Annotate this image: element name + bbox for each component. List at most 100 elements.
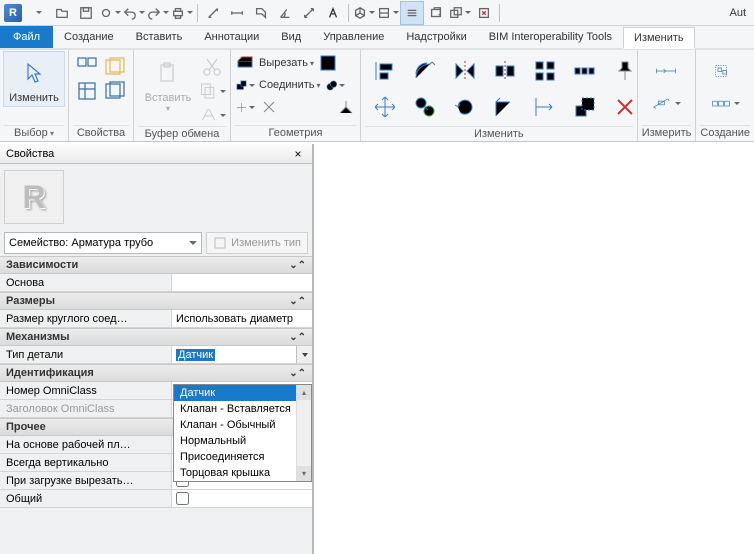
- trim-extend-single-icon[interactable]: [527, 90, 563, 124]
- type-selector[interactable]: Семейство: Арматура трубо: [4, 232, 202, 254]
- scale-icon[interactable]: [567, 90, 603, 124]
- tab-modify[interactable]: Изменить: [623, 27, 695, 49]
- measure-icon[interactable]: [202, 2, 224, 24]
- cut-geometry-button[interactable]: Вырезать: [259, 57, 314, 69]
- mirror-axis-icon[interactable]: [447, 54, 483, 88]
- group-dimensions[interactable]: Размеры⌄⌃: [0, 292, 312, 310]
- group-mechanical[interactable]: Механизмы⌄⌃: [0, 328, 312, 346]
- cope-cut-row: Вырезать: [235, 52, 356, 74]
- switch-windows-icon[interactable]: [449, 2, 471, 24]
- checkbox[interactable]: [176, 492, 189, 505]
- dropdown-option[interactable]: Присоединяется: [174, 449, 311, 465]
- cut-clipboard-icon[interactable]: [198, 56, 226, 78]
- properties-title-bar: Свойства ×: [0, 144, 312, 164]
- type-preview-row: R: [0, 164, 312, 230]
- panel-clipboard-label: Буфер обмена: [138, 126, 226, 141]
- cut-tool-icon[interactable]: [235, 75, 255, 95]
- prop-label: При загрузке вырезать…: [0, 472, 172, 489]
- qat-customize[interactable]: [27, 2, 49, 24]
- paste-label: Вставить: [145, 92, 192, 104]
- thin-lines-icon[interactable]: [401, 2, 423, 24]
- panel-geometry: Вырезать Соединить Геометрия: [231, 50, 361, 141]
- close-inactive-icon[interactable]: [473, 2, 495, 24]
- text-icon[interactable]: [322, 2, 344, 24]
- uncut-icon[interactable]: [318, 53, 338, 73]
- mirror-draw-icon[interactable]: [487, 54, 523, 88]
- properties-icon[interactable]: [73, 56, 101, 78]
- edit-type-button[interactable]: Изменить тип: [206, 232, 308, 254]
- trim-extend-corner-icon[interactable]: [487, 90, 523, 124]
- type-properties-icon[interactable]: [73, 80, 101, 102]
- prop-value-text: Датчик: [176, 349, 215, 361]
- prop-value[interactable]: Использовать диаметр: [172, 310, 312, 327]
- move-icon[interactable]: [367, 90, 403, 124]
- dropdown-option[interactable]: Датчик: [174, 385, 311, 401]
- view3d-icon[interactable]: [353, 2, 375, 24]
- chevron-down-icon[interactable]: [296, 346, 312, 363]
- angle-icon[interactable]: [274, 2, 296, 24]
- section-icon[interactable]: [298, 2, 320, 24]
- undo-icon[interactable]: [123, 2, 145, 24]
- group-dependencies[interactable]: Зависимости⌄⌃: [0, 256, 312, 274]
- tab-file[interactable]: Файл: [0, 26, 53, 48]
- open-icon[interactable]: [51, 2, 73, 24]
- split-icon[interactable]: [527, 54, 563, 88]
- copy-clipboard-icon[interactable]: [198, 80, 226, 102]
- app-logo[interactable]: R: [4, 4, 22, 22]
- dropdown-option[interactable]: Клапан - Обычный: [174, 417, 311, 433]
- prop-value[interactable]: [172, 274, 312, 291]
- sync-icon[interactable]: [99, 2, 121, 24]
- copy-icon[interactable]: [407, 90, 443, 124]
- tab-bim-interop[interactable]: BIM Interoperability Tools: [478, 26, 623, 48]
- drawing-canvas[interactable]: [314, 144, 754, 554]
- cope-icon[interactable]: [235, 53, 255, 73]
- close-icon[interactable]: ×: [290, 146, 306, 162]
- create-similar-icon[interactable]: [702, 88, 746, 118]
- modify-tool-button[interactable]: Изменить: [4, 52, 64, 106]
- close-hidden-icon[interactable]: [425, 2, 447, 24]
- aligned-dimension-icon[interactable]: [644, 56, 688, 86]
- prop-row-shared: Общий: [0, 490, 312, 508]
- prop-label: На основе рабочей пл…: [0, 436, 172, 453]
- dropdown-scrollbar[interactable]: ▴▾: [296, 385, 311, 481]
- tag-icon[interactable]: [250, 2, 272, 24]
- family-types-icon[interactable]: [101, 56, 129, 78]
- tab-insert[interactable]: Вставить: [125, 26, 194, 48]
- split-face-icon[interactable]: [325, 75, 345, 95]
- create-group-icon[interactable]: [702, 56, 746, 86]
- beam-joins-icon[interactable]: [259, 97, 279, 117]
- join-geometry-button[interactable]: Соединить: [259, 79, 321, 91]
- paste-button[interactable]: Вставить ▾: [138, 52, 198, 115]
- qat-separator: [197, 4, 198, 22]
- prop-row-part-type: Тип детали Датчик: [0, 346, 312, 364]
- app-title-fragment: Aut: [729, 7, 750, 19]
- measure-tool-icon[interactable]: [644, 88, 688, 118]
- type-preview-thumb[interactable]: R: [4, 170, 64, 224]
- print-icon[interactable]: [171, 2, 193, 24]
- array-icon[interactable]: [567, 54, 603, 88]
- prop-value[interactable]: [172, 490, 312, 507]
- match-type-icon[interactable]: [198, 104, 226, 126]
- dropdown-option[interactable]: Клапан - Вставляется: [174, 401, 311, 417]
- demolish-icon[interactable]: [336, 97, 356, 117]
- wall-joins-icon[interactable]: [235, 97, 255, 117]
- section-view-icon[interactable]: [377, 2, 399, 24]
- tab-create[interactable]: Создание: [53, 26, 125, 48]
- dropdown-option[interactable]: Нормальный: [174, 433, 311, 449]
- redo-icon[interactable]: [147, 2, 169, 24]
- tab-view[interactable]: Вид: [270, 26, 312, 48]
- rotate-icon[interactable]: [447, 90, 483, 124]
- group-identity[interactable]: Идентификация⌄⌃: [0, 364, 312, 382]
- align-dim-icon[interactable]: [226, 2, 248, 24]
- save-icon[interactable]: [75, 2, 97, 24]
- tab-addins[interactable]: Надстройки: [395, 26, 477, 48]
- dropdown-option[interactable]: Торцовая крышка: [174, 465, 311, 481]
- prop-value-part-type[interactable]: Датчик: [172, 346, 312, 363]
- tab-annotate[interactable]: Аннотации: [193, 26, 270, 48]
- quick-access-toolbar: R Aut: [0, 0, 754, 26]
- align-icon[interactable]: [367, 54, 403, 88]
- offset-icon[interactable]: [407, 54, 443, 88]
- tab-manage[interactable]: Управление: [312, 26, 395, 48]
- project-units-icon[interactable]: [101, 80, 129, 102]
- panel-select-label[interactable]: Выбор: [4, 125, 64, 141]
